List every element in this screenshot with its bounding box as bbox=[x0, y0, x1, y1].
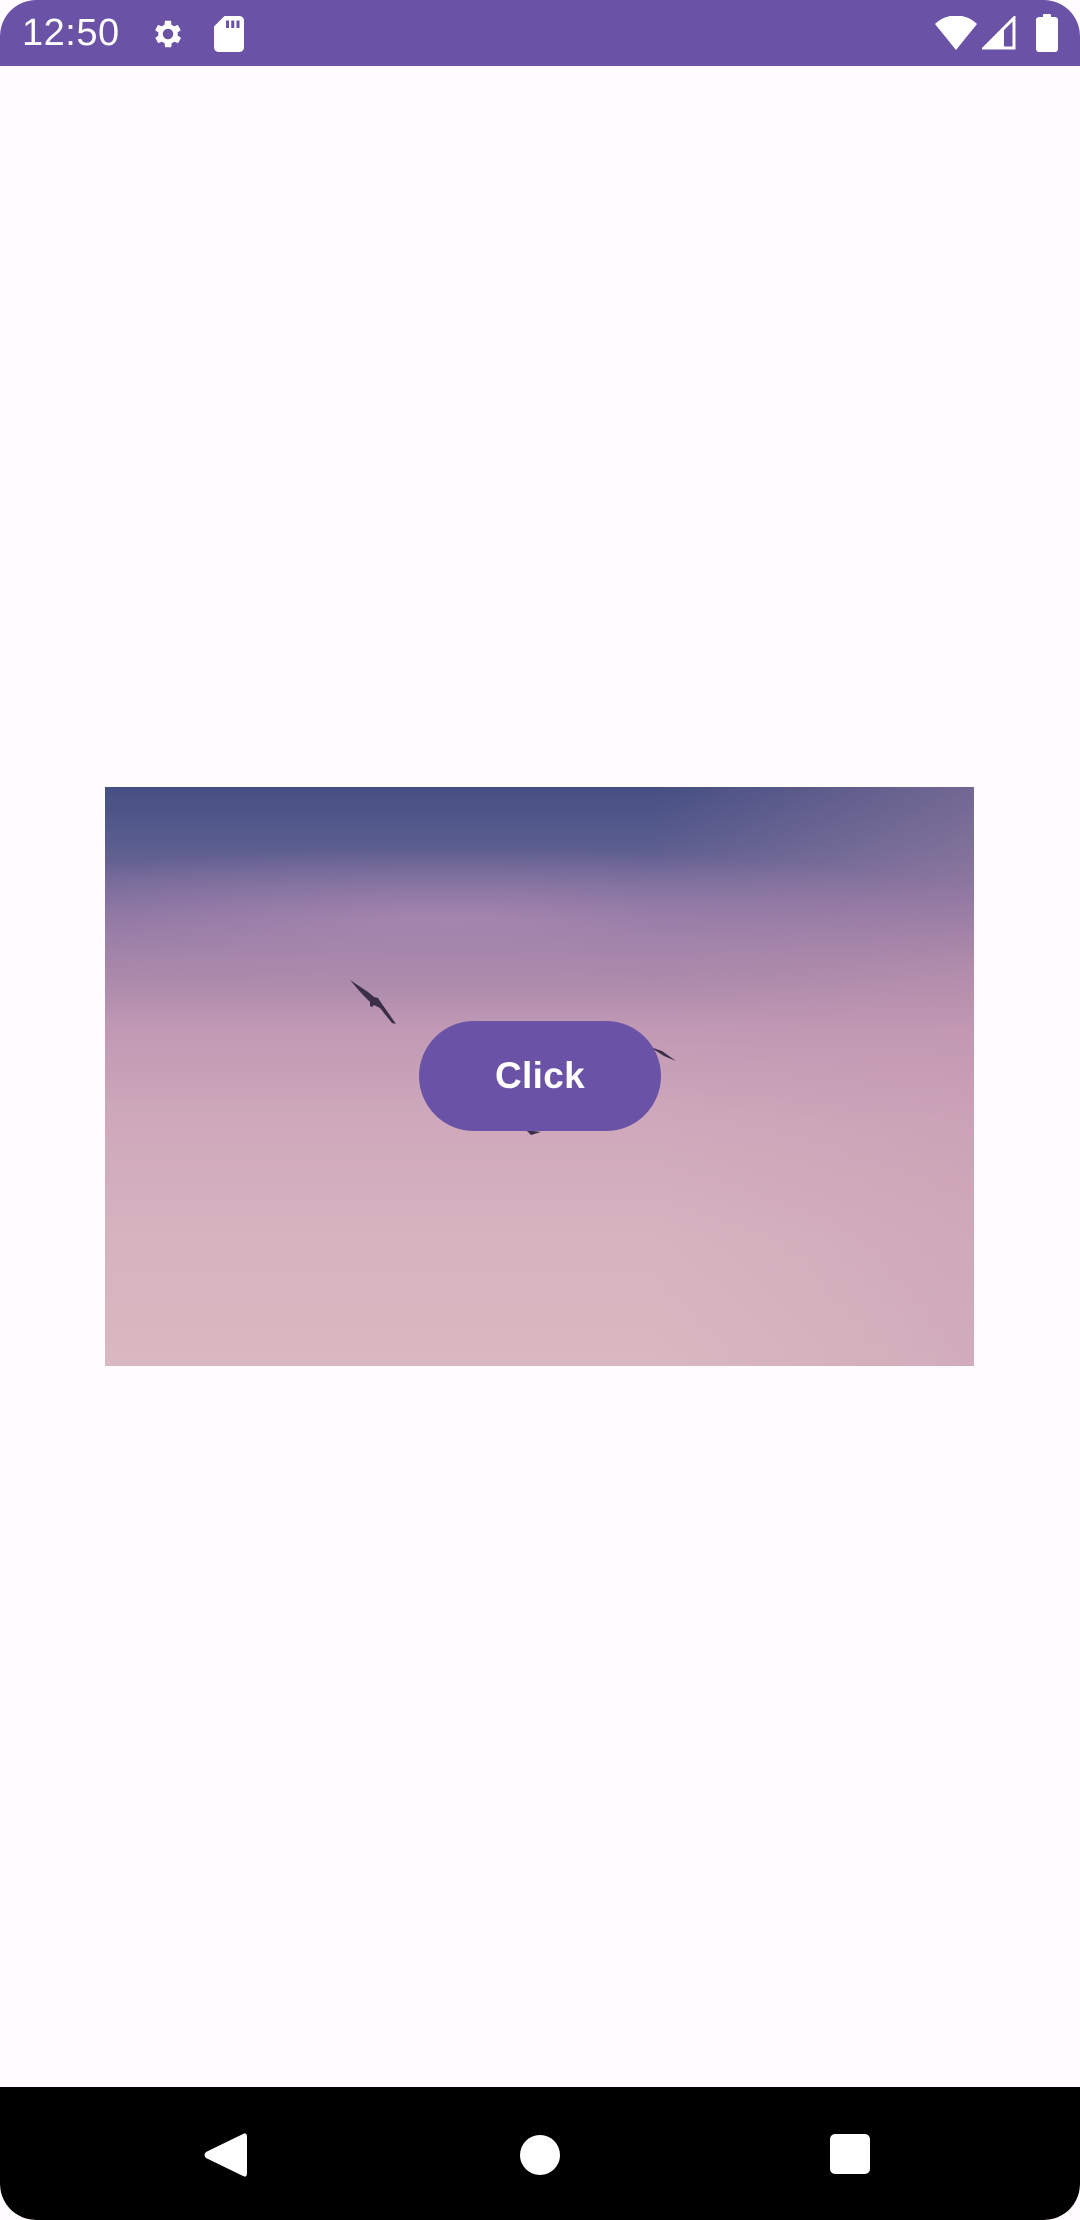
photo-tint bbox=[654, 787, 974, 1366]
gear-icon bbox=[155, 20, 182, 48]
click-button[interactable]: Click bbox=[419, 1021, 661, 1131]
sd-card-icon bbox=[214, 16, 244, 52]
wifi-icon bbox=[935, 16, 977, 50]
cellular-signal-icon bbox=[982, 16, 1016, 50]
back-icon[interactable] bbox=[203, 2132, 247, 2178]
bird-icon bbox=[350, 980, 396, 1024]
screen: 12:50 Click bbox=[0, 0, 1080, 2220]
battery-icon bbox=[1036, 14, 1058, 52]
status-time: 12:50 bbox=[22, 12, 120, 54]
recents-icon[interactable] bbox=[829, 2133, 871, 2175]
status-bar: 12:50 bbox=[0, 0, 1080, 66]
home-icon[interactable] bbox=[519, 2134, 561, 2176]
navigation-bar bbox=[0, 2087, 1080, 2220]
